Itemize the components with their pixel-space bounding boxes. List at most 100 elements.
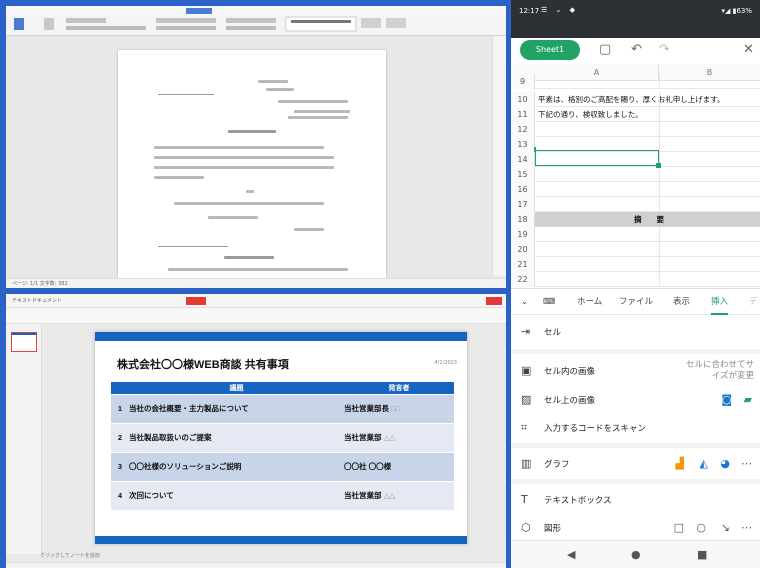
tab-data[interactable]: デ	[749, 289, 758, 315]
word-side-panel[interactable]	[492, 36, 506, 276]
item-label: セル上の画像	[544, 396, 596, 406]
scan-code-item[interactable]: ⌗ 入力するコードをスキャン	[511, 411, 760, 445]
sheet-row[interactable]: 12	[511, 122, 760, 137]
panel-tabs: ⌄ ⌨ ホーム ファイル 表示 挿入 デ	[511, 289, 760, 315]
ppt-share-button[interactable]	[486, 297, 502, 305]
cell-a[interactable]: 平素は、格別のご高配を賜り、厚くお礼申し上げます。	[535, 92, 760, 107]
sheet-row[interactable]: 17	[511, 197, 760, 212]
ppt-active-tab[interactable]	[186, 297, 206, 305]
notes-placeholder[interactable]: クリックしてノートを追加	[40, 552, 100, 559]
ppt-status-bar	[6, 562, 506, 568]
sheet-row-heading[interactable]: 18 摘 要	[511, 212, 760, 227]
row-speaker: 当社営業部 △△	[344, 422, 454, 452]
cell-a[interactable]	[535, 242, 760, 257]
word-document-page[interactable]	[118, 50, 386, 280]
collapse-icon[interactable]: ⌄	[521, 289, 528, 315]
row-number: 19	[511, 227, 535, 242]
save-icon[interactable]: ▢	[599, 40, 611, 60]
table-row: 1 当社の会社概要・主力製品について 当社営業部長 □□	[111, 393, 454, 423]
cell-a[interactable]	[535, 122, 760, 137]
close-icon[interactable]: ✕	[743, 40, 754, 60]
rectangle-shape-icon[interactable]: □	[674, 521, 684, 534]
clock: 12:17	[519, 7, 540, 15]
row-number: 1	[111, 393, 129, 423]
row-number: 17	[511, 197, 535, 212]
word-window: ページ: 1/1 文字数: 382	[6, 6, 506, 288]
row-number: 3	[111, 451, 129, 481]
keyboard-icon[interactable]: ⌨	[543, 289, 555, 315]
agenda-topic-header: 議題	[129, 382, 344, 394]
insert-panel: ⌄ ⌨ ホーム ファイル 表示 挿入 デ ⇥ セル ▣ セル内の画像 セルに合わ…	[511, 288, 760, 540]
item-label: 入力するコードをスキャン	[544, 424, 647, 434]
cell-a[interactable]	[535, 272, 760, 287]
speaker-extra: △△	[383, 491, 396, 501]
cell-a-merged[interactable]: 摘 要	[535, 212, 760, 227]
undo-icon[interactable]: ↶	[631, 40, 642, 60]
sheet-row[interactable]: 19	[511, 227, 760, 242]
camera-icon[interactable]: ◙	[721, 393, 732, 406]
speaker-name: 〇〇社 〇〇様	[344, 462, 392, 471]
sheet-row[interactable]: 20	[511, 242, 760, 257]
row-number: 14	[511, 152, 535, 167]
sheet-tab[interactable]: Sheet1	[520, 40, 580, 60]
speaker-extra: □□	[391, 404, 401, 413]
chart-item[interactable]: ▥ グラフ ▟ ◭ ◕ ⋯	[511, 447, 760, 481]
item-label: 図形	[544, 524, 562, 534]
tab-insert[interactable]: 挿入	[711, 289, 729, 315]
home-icon[interactable]: ●	[631, 548, 641, 561]
area-chart-icon[interactable]: ◭	[700, 457, 708, 470]
row-number: 12	[511, 122, 535, 137]
row-number: 4	[111, 480, 129, 510]
sheet-row[interactable]: 11 下記の通り、検収致しました。	[511, 107, 760, 122]
tab-file[interactable]: ファイル	[619, 289, 653, 315]
row-number: 11	[511, 107, 535, 122]
cell-a[interactable]: 下記の通り、検収致しました。	[535, 107, 760, 122]
item-label: グラフ	[544, 460, 570, 470]
speaker-name: 当社営業部長	[344, 404, 389, 413]
circle-shape-icon[interactable]: ○	[696, 521, 706, 534]
more-icon[interactable]: ⋯	[741, 457, 752, 470]
back-icon[interactable]: ◀	[567, 548, 575, 561]
speaker-name: 当社営業部	[344, 491, 382, 501]
scan-icon: ⌗	[521, 421, 528, 434]
notification-icons: ☰ ⌄ ◆	[541, 6, 578, 14]
tab-home[interactable]: ホーム	[577, 289, 602, 315]
sheet-row[interactable]: 16	[511, 182, 760, 197]
cell-a[interactable]	[535, 182, 760, 197]
slide-canvas[interactable]: 株式会社〇〇様WEB商談 共有事項 4/1/2023 議題 発言者 1 当社の会…	[95, 332, 467, 544]
more-icon[interactable]: ⋯	[741, 521, 752, 534]
insert-cell-item[interactable]: ⇥ セル	[511, 315, 760, 349]
bar-chart-icon[interactable]: ▟	[676, 457, 684, 470]
cell-a[interactable]	[535, 257, 760, 272]
slide-thumbnail[interactable]	[11, 332, 37, 352]
cell-a[interactable]	[535, 197, 760, 212]
slide-header-bar	[95, 332, 467, 341]
android-nav-bar: ◀ ● ■	[511, 540, 760, 568]
sheet-row[interactable]: 22	[511, 272, 760, 287]
row-speaker: 当社営業部長 □□	[344, 393, 454, 423]
ppt-doc-tab[interactable]: テキストドキュメント	[12, 297, 62, 304]
redo-icon[interactable]: ↷	[659, 40, 670, 60]
row-number: 10	[511, 92, 535, 107]
word-ribbon-icons[interactable]	[6, 6, 506, 36]
cell-a[interactable]	[535, 167, 760, 182]
pie-chart-icon[interactable]: ◕	[720, 457, 730, 470]
sheet-row[interactable]: 9	[511, 74, 760, 89]
ppt-ribbon[interactable]	[6, 308, 506, 324]
sheet-row[interactable]: 21	[511, 257, 760, 272]
cell-a[interactable]	[535, 74, 760, 89]
phone-spreadsheet-app: 12:17 ☰ ⌄ ◆ ▾◢ ▮63% Sheet1 ▢ ↶ ↷ ✕ A B 9…	[511, 0, 760, 568]
sheet-row[interactable]: 15	[511, 167, 760, 182]
image-over-cell-icon: ▨	[521, 393, 532, 406]
recents-icon[interactable]: ■	[697, 548, 707, 561]
tab-view[interactable]: 表示	[673, 289, 690, 315]
spreadsheet-grid[interactable]: A B 9 10 平素は、格別のご高配を賜り、厚くお礼申し上げます。 11 下記の通…	[511, 64, 760, 288]
picture-icon[interactable]: ▰	[744, 393, 752, 406]
sheet-row[interactable]: 10 平素は、格別のご高配を賜り、厚くお礼申し上げます。	[511, 92, 760, 107]
row-number: 2	[111, 422, 129, 452]
line-shape-icon[interactable]: ↘	[721, 521, 730, 534]
sheet-toolbar: Sheet1 ▢ ↶ ↷ ✕	[511, 38, 760, 64]
selected-cell[interactable]	[534, 147, 661, 168]
cell-a[interactable]	[535, 227, 760, 242]
agenda-table: 議題 発言者 1 当社の会社概要・主力製品について 当社営業部長 □□ 2 当社…	[111, 382, 454, 510]
